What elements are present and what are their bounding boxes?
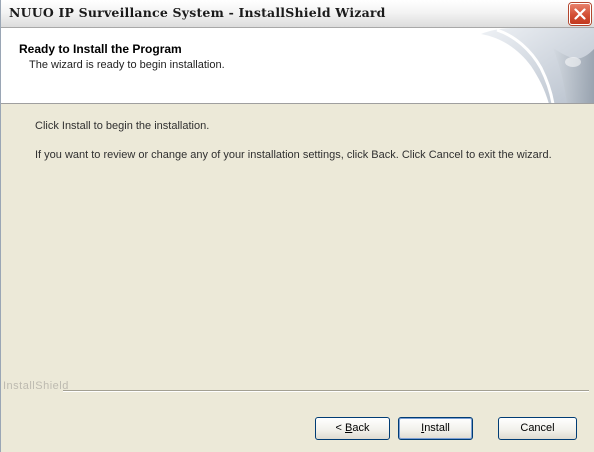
installshield-brand-label: InstallShield: [3, 380, 69, 392]
page-title: Ready to Install the Program: [19, 42, 182, 56]
instruction-install: Click Install to begin the installation.: [35, 120, 210, 132]
install-button[interactable]: Install: [398, 417, 473, 440]
wizard-header: Ready to Install the Program The wizard …: [1, 28, 594, 104]
cancel-button-label: Cancel: [520, 422, 555, 434]
back-button-label: ack: [352, 422, 370, 434]
back-button[interactable]: < Back: [315, 417, 390, 440]
installer-window: NUUO IP Surveillance System - InstallShi…: [0, 0, 594, 452]
instruction-review: If you want to review or change any of y…: [35, 149, 552, 161]
page-subtitle: The wizard is ready to begin installatio…: [29, 59, 225, 71]
title-bar[interactable]: NUUO IP Surveillance System - InstallShi…: [1, 0, 594, 28]
close-button[interactable]: [569, 3, 591, 25]
cancel-button[interactable]: Cancel: [498, 417, 577, 440]
install-button-label: nstall: [424, 422, 450, 434]
back-button-prefix: <: [335, 422, 345, 434]
footer-divider: [63, 390, 589, 392]
installshield-header-graphic: [481, 28, 594, 103]
close-icon: [574, 8, 586, 20]
window-title: NUUO IP Surveillance System - InstallShi…: [9, 5, 386, 20]
